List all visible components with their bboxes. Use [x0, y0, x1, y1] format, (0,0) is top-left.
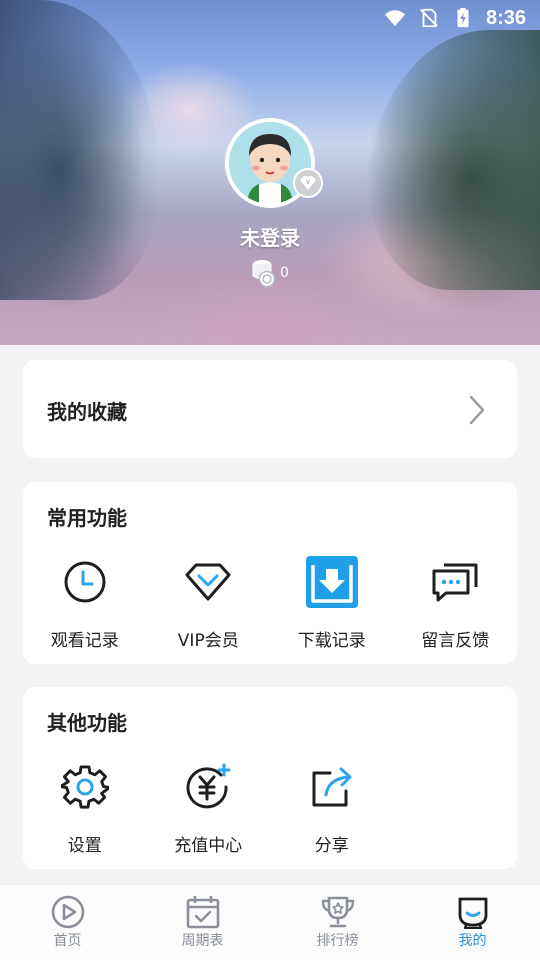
share-button[interactable]: 分享 [270, 759, 394, 856]
favorites-row[interactable]: 我的收藏 [23, 360, 517, 458]
other-functions-card: 其他功能 设置 充值中心 分享 [23, 687, 517, 869]
play-icon [51, 895, 84, 929]
profile-header-background: 8:36 V 未登录 0 [0, 0, 540, 345]
nav-ranking[interactable]: 排行榜 [270, 885, 405, 960]
gear-icon [60, 765, 109, 809]
common-functions-title: 常用功能 [47, 506, 127, 530]
settings-button[interactable]: 设置 [23, 759, 147, 856]
recharge-center-button[interactable]: 充值中心 [147, 759, 271, 856]
download-history-button[interactable]: 下载记录 [270, 554, 394, 651]
favorites-label: 我的收藏 [47, 400, 127, 424]
nav-mine[interactable]: 我的 [405, 885, 540, 960]
wifi-icon [384, 10, 406, 27]
bottom-navigation: 首页 周期表 排行榜 我的 [0, 884, 540, 960]
nav-schedule-label: 周期表 [181, 933, 224, 949]
coin-count: 0 [280, 265, 289, 281]
background-trees-right [370, 30, 540, 290]
feedback-label: 留言反馈 [421, 631, 490, 651]
nav-mine-label: 我的 [458, 933, 487, 949]
feedback-button[interactable]: 留言反馈 [394, 554, 518, 651]
download-icon [305, 556, 358, 608]
status-bar: 8:36 [0, 0, 540, 36]
profile-icon [458, 897, 487, 929]
vip-badge-icon: V [293, 168, 323, 198]
chevron-right-icon [469, 395, 485, 425]
nav-ranking-label: 排行榜 [316, 933, 359, 949]
share-label: 分享 [314, 836, 349, 856]
nav-home-label: 首页 [53, 933, 82, 949]
download-history-label: 下载记录 [297, 631, 366, 651]
avatar[interactable]: V [225, 118, 323, 208]
coins-icon [252, 260, 276, 288]
nav-schedule[interactable]: 周期表 [135, 885, 270, 960]
svg-text:V: V [306, 180, 310, 186]
yuan-recharge-icon [186, 763, 231, 809]
clock-icon [64, 561, 106, 603]
calendar-icon [186, 896, 219, 929]
settings-label: 设置 [67, 836, 102, 856]
coin-balance: 0 [250, 258, 289, 288]
nav-home[interactable]: 首页 [0, 885, 135, 960]
status-time: 8:36 [485, 6, 526, 29]
vip-member-label: VIP会员 [177, 631, 239, 651]
username-label[interactable]: 未登录 [0, 222, 540, 251]
watch-history-label: 观看记录 [50, 631, 119, 651]
common-functions-card: 常用功能 观看记录 VIP会员 下载记录 留言反馈 [23, 482, 517, 664]
diamond-icon [185, 563, 231, 601]
recharge-center-label: 充值中心 [174, 836, 243, 856]
watch-history-button[interactable]: 观看记录 [23, 554, 147, 651]
no-sim-icon [420, 8, 438, 28]
share-icon [312, 767, 352, 807]
feedback-icon [432, 563, 478, 602]
battery-charging-icon [457, 7, 469, 28]
trophy-icon [321, 896, 354, 928]
other-functions-title: 其他功能 [47, 711, 127, 735]
background-trees-left [0, 0, 160, 300]
vip-member-button[interactable]: VIP会员 [147, 554, 271, 651]
